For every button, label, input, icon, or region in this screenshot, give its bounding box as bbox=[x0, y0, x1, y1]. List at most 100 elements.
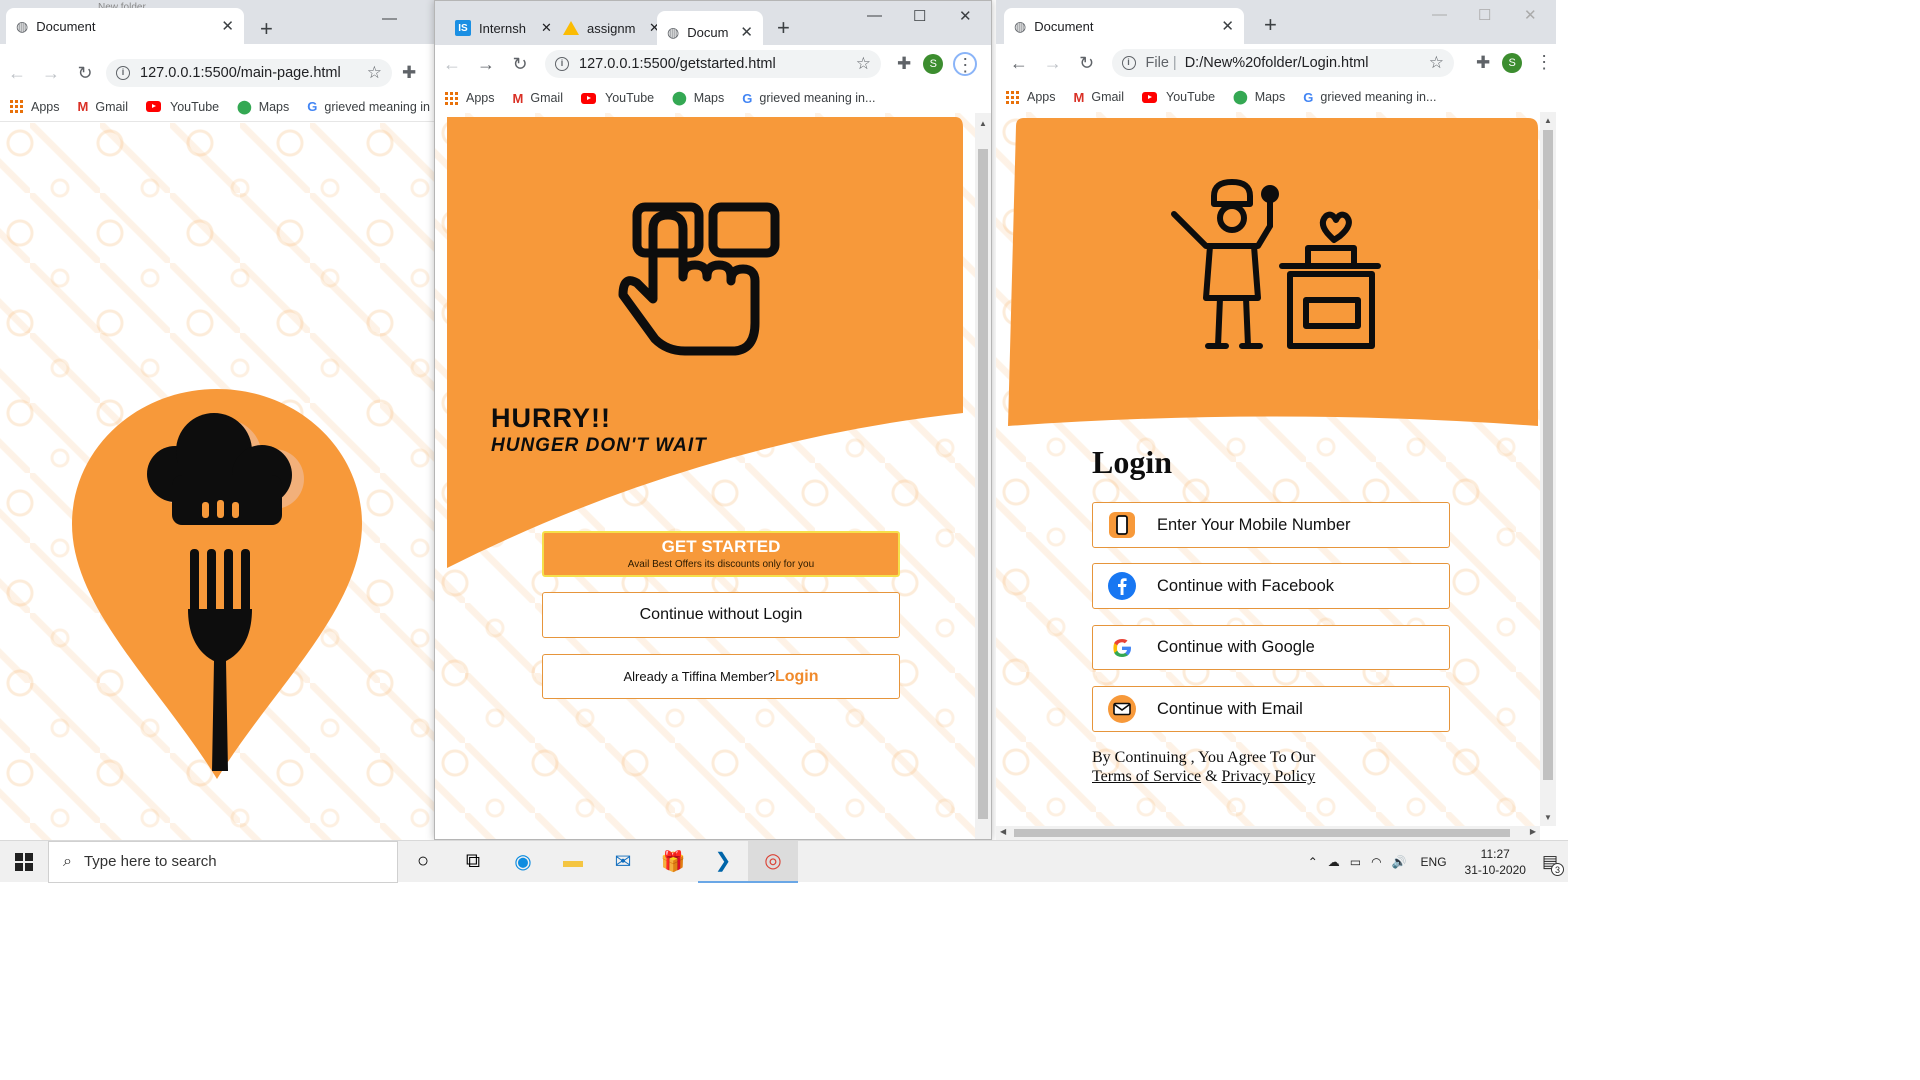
gift-app-icon[interactable]: 🎁 bbox=[648, 841, 698, 883]
scroll-up-arrow[interactable]: ▲ bbox=[975, 119, 991, 128]
mail-icon[interactable]: ✉ bbox=[598, 841, 648, 883]
minimize-button[interactable]: — bbox=[1432, 6, 1447, 23]
tab-internshala[interactable]: IS Internsh ✕ bbox=[455, 15, 555, 41]
email-login-button[interactable]: Continue with Email bbox=[1092, 686, 1450, 732]
scroll-thumb[interactable] bbox=[1543, 130, 1553, 780]
menu-kebab-icon[interactable]: ⋮ bbox=[953, 52, 978, 76]
tab-document[interactable]: ◍ Document ✕ bbox=[6, 8, 244, 44]
taskbar-search-box[interactable]: ⌕ Type here to search bbox=[48, 840, 398, 883]
extensions-icon[interactable]: ✚ bbox=[1476, 53, 1490, 73]
tab-document[interactable]: ◍ Document ✕ bbox=[1004, 8, 1244, 44]
member-login-button[interactable]: Already a Tiffina Member? Login bbox=[542, 654, 900, 699]
google-login-button[interactable]: Continue with Google bbox=[1092, 625, 1450, 670]
new-tab-button[interactable]: + bbox=[1264, 14, 1277, 36]
chrome-icon[interactable]: ◎ bbox=[748, 840, 798, 883]
vertical-scrollbar[interactable]: ▲ ▼ bbox=[1540, 112, 1556, 826]
bookmark-label: Maps bbox=[693, 91, 725, 105]
address-bar[interactable]: i File | D:/New%20folder/Login.html ☆ bbox=[1111, 49, 1454, 77]
facebook-login-button[interactable]: Continue with Facebook bbox=[1092, 563, 1450, 609]
close-tab-icon[interactable]: ✕ bbox=[221, 17, 234, 35]
minimize-button[interactable]: — bbox=[382, 10, 397, 27]
profile-avatar[interactable]: S bbox=[1502, 53, 1523, 73]
scroll-thumb-h[interactable] bbox=[1014, 829, 1510, 837]
reload-icon[interactable]: ↻ bbox=[503, 54, 537, 75]
language-indicator[interactable]: ENG bbox=[1421, 855, 1447, 869]
maximize-button[interactable]: ☐ bbox=[1478, 6, 1491, 24]
profile-avatar[interactable]: S bbox=[923, 54, 944, 74]
volume-icon[interactable]: 🔊 bbox=[1392, 855, 1407, 869]
back-icon[interactable]: ← bbox=[0, 63, 34, 84]
new-tab-button[interactable]: + bbox=[260, 18, 273, 40]
show-hidden-icons-icon[interactable]: ⌃ bbox=[1308, 855, 1318, 869]
close-tab-icon[interactable]: ✕ bbox=[1221, 17, 1234, 35]
file-explorer-icon[interactable]: ▬ bbox=[548, 841, 598, 883]
reload-icon[interactable]: ↻ bbox=[68, 63, 102, 84]
start-button[interactable] bbox=[0, 841, 48, 883]
login-link[interactable]: Login bbox=[775, 668, 819, 686]
bookmark-apps[interactable]: Apps bbox=[1006, 90, 1056, 104]
bookmark-apps[interactable]: Apps bbox=[445, 91, 495, 105]
privacy-policy-link[interactable]: Privacy Policy bbox=[1222, 768, 1316, 785]
bookmark-apps[interactable]: Apps bbox=[10, 100, 60, 114]
back-icon[interactable]: ← bbox=[1002, 53, 1036, 74]
forward-icon[interactable]: → bbox=[1036, 53, 1070, 74]
clock[interactable]: 11:27 31-10-2020 bbox=[1465, 846, 1526, 878]
gmail-icon: M bbox=[77, 99, 89, 114]
bookmark-google[interactable]: Ggrieved meaning in... bbox=[742, 91, 875, 106]
scroll-up-arrow[interactable]: ▲ bbox=[1540, 116, 1556, 125]
close-window-button[interactable]: ✕ bbox=[959, 7, 972, 25]
info-icon[interactable]: i bbox=[116, 66, 130, 80]
info-icon[interactable]: i bbox=[1121, 56, 1136, 70]
forward-icon[interactable]: → bbox=[34, 63, 68, 84]
bookmark-star-icon[interactable]: ☆ bbox=[856, 54, 871, 74]
vscode-icon[interactable]: ❯ bbox=[698, 841, 748, 883]
info-icon[interactable]: i bbox=[555, 57, 569, 71]
extensions-icon[interactable]: ✚ bbox=[402, 63, 416, 83]
onedrive-icon[interactable]: ☁ bbox=[1328, 855, 1340, 869]
minimize-button[interactable]: — bbox=[867, 7, 882, 24]
bookmark-gmail[interactable]: M Gmail bbox=[513, 91, 564, 106]
battery-icon[interactable]: ▭ bbox=[1350, 855, 1361, 869]
cortana-icon[interactable]: ○ bbox=[398, 841, 448, 883]
new-tab-button[interactable]: + bbox=[777, 17, 790, 39]
bookmark-star-icon[interactable]: ☆ bbox=[1429, 53, 1444, 73]
bookmark-label: Gmail bbox=[95, 99, 128, 114]
bookmark-maps[interactable]: ⬤ Maps bbox=[237, 99, 289, 115]
menu-kebab-icon[interactable]: ⋮ bbox=[1532, 51, 1556, 75]
bookmark-maps[interactable]: ⬤ Maps bbox=[672, 90, 724, 106]
notification-center-icon[interactable]: ▤ 3 bbox=[1542, 852, 1564, 876]
back-icon[interactable]: ← bbox=[435, 54, 469, 75]
get-started-button[interactable]: GET STARTED Avail Best Offers its discou… bbox=[542, 531, 900, 577]
bookmark-google[interactable]: Ggrieved meaning in bbox=[307, 99, 430, 114]
scroll-thumb[interactable] bbox=[978, 149, 988, 819]
address-bar[interactable]: i 127.0.0.1:5500/main-page.html ☆ bbox=[106, 59, 392, 87]
maximize-button[interactable]: ☐ bbox=[913, 7, 926, 25]
bookmark-youtube[interactable]: YouTube bbox=[1142, 90, 1215, 104]
continue-without-login-button[interactable]: Continue without Login bbox=[542, 592, 900, 638]
bookmark-gmail[interactable]: M Gmail bbox=[1074, 90, 1125, 105]
tab-assignment[interactable]: assignm ✕ bbox=[563, 15, 663, 41]
bookmark-google[interactable]: Ggrieved meaning in... bbox=[1303, 90, 1436, 105]
bookmark-youtube[interactable]: YouTube bbox=[146, 100, 219, 114]
task-view-icon[interactable]: ⧉ bbox=[448, 841, 498, 883]
close-tab-icon[interactable]: ✕ bbox=[740, 23, 753, 41]
wifi-icon[interactable]: ◠ bbox=[1371, 855, 1381, 869]
scroll-right-arrow[interactable]: ▶ bbox=[1530, 827, 1536, 836]
reload-icon[interactable]: ↻ bbox=[1070, 53, 1104, 74]
bookmark-star-icon[interactable]: ☆ bbox=[367, 63, 382, 83]
scroll-down-arrow[interactable]: ▼ bbox=[1540, 813, 1556, 822]
bookmark-maps[interactable]: ⬤ Maps bbox=[1233, 89, 1285, 105]
horizontal-scrollbar[interactable]: ◀ ▶ bbox=[996, 826, 1540, 840]
terms-of-service-link[interactable]: Terms of Service bbox=[1092, 768, 1201, 785]
bookmark-gmail[interactable]: M Gmail bbox=[78, 99, 129, 114]
close-tab-icon[interactable]: ✕ bbox=[541, 20, 552, 36]
scroll-left-arrow[interactable]: ◀ bbox=[1000, 827, 1006, 836]
bookmark-youtube[interactable]: YouTube bbox=[581, 91, 654, 105]
vertical-scrollbar[interactable]: ▲ bbox=[975, 113, 991, 839]
close-window-button[interactable]: ✕ bbox=[1524, 6, 1537, 24]
extensions-icon[interactable]: ✚ bbox=[897, 54, 911, 74]
address-bar[interactable]: i 127.0.0.1:5500/getstarted.html ☆ bbox=[545, 50, 881, 78]
mobile-number-button[interactable]: Enter Your Mobile Number bbox=[1092, 502, 1450, 548]
edge-browser-icon[interactable]: ◉ bbox=[498, 841, 548, 883]
forward-icon[interactable]: → bbox=[469, 54, 503, 75]
